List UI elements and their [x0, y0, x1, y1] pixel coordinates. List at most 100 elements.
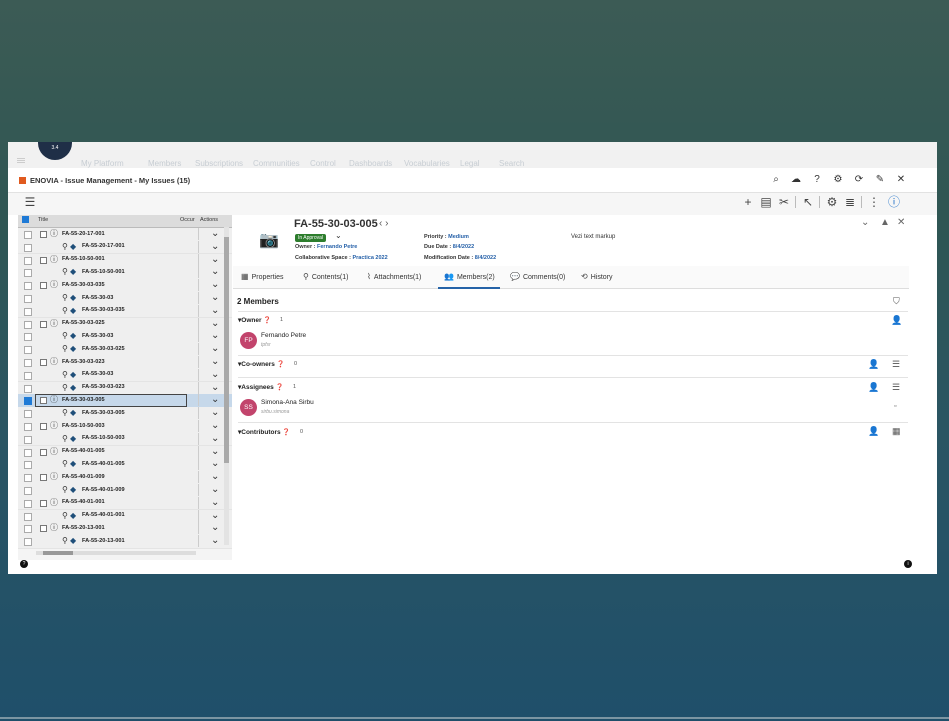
tree-row[interactable]: ⓘ FA-55-20-13-001 ⌄	[18, 522, 232, 537]
row-checkbox[interactable]	[24, 346, 32, 355]
actions-chevron-icon[interactable]: ⌄	[211, 420, 219, 431]
row-checkbox[interactable]	[24, 435, 32, 444]
tree-scrollbar-thumb[interactable]	[224, 237, 229, 463]
nav-item[interactable]: Dashboards	[349, 159, 392, 168]
tree-item-label[interactable]: FA-55-20-17-001	[82, 243, 125, 249]
chevron-down-icon[interactable]: ⌄	[335, 231, 342, 240]
row-checkbox[interactable]	[24, 269, 32, 278]
actions-chevron-icon[interactable]: ⌄	[211, 458, 219, 469]
actions-chevron-icon[interactable]: ⌄	[211, 497, 219, 508]
tree-row[interactable]: ⚲ ◆ FA-55-30-03-025 ⌄	[18, 343, 232, 357]
tree-row[interactable]: ⚲ ◆ FA-55-30-03-035 ⌄	[18, 304, 232, 319]
actions-chevron-icon[interactable]: ⌄	[211, 241, 219, 252]
actions-chevron-icon[interactable]: ⌄	[211, 407, 219, 418]
contributors-section-header[interactable]: ▾Contributors ❓	[238, 428, 291, 436]
list-view-icon[interactable]: ≣	[842, 194, 858, 210]
tree-item-label[interactable]: FA-55-20-17-001	[62, 231, 105, 237]
nav-item[interactable]: Control	[310, 159, 336, 168]
tree-row[interactable]: ⚲ ◆ FA-55-30-03-005 ⌄	[18, 407, 232, 421]
settings-icon[interactable]: ⚙	[824, 194, 840, 210]
tree-item-label[interactable]: FA-55-40-01-009	[62, 474, 105, 480]
avatar[interactable]: SS	[240, 399, 257, 416]
actions-chevron-icon[interactable]: ⌄	[211, 318, 219, 329]
actions-chevron-icon[interactable]: ⌄	[211, 292, 219, 303]
owner-section-header[interactable]: ▾Owner ❓	[238, 316, 271, 324]
grid-icon[interactable]: ▦	[892, 426, 901, 437]
row-checkbox[interactable]	[24, 282, 32, 291]
tree-row[interactable]: ⚲ ◆ FA-55-30-03 ⌄	[18, 330, 232, 345]
actions-chevron-icon[interactable]: ⌄	[211, 228, 219, 239]
tree-item-label[interactable]: FA-55-10-50-001	[62, 256, 105, 262]
row-checkbox[interactable]	[24, 525, 32, 534]
row-checkbox[interactable]	[24, 295, 32, 303]
list-icon[interactable]: ☰	[892, 382, 900, 393]
expand-toggle-icon[interactable]	[40, 256, 47, 264]
row-checkbox[interactable]	[24, 512, 32, 521]
row-checkbox[interactable]	[24, 410, 32, 419]
nav-item[interactable]: Legal	[460, 159, 480, 168]
actions-chevron-icon[interactable]: ⌄	[211, 356, 219, 367]
expand-toggle-icon[interactable]	[40, 320, 47, 328]
tab-members[interactable]: 👥 Members(2)	[444, 272, 495, 281]
tree-item-label[interactable]: FA-55-30-03-005	[82, 410, 125, 416]
tree-row[interactable]: ⚲ ◆ FA-55-20-17-001 ⌄	[18, 240, 232, 255]
actions-chevron-icon[interactable]: ⌄	[211, 394, 219, 405]
owner-name[interactable]: Fernando Petre	[261, 332, 306, 339]
add-member-icon[interactable]: 👤	[868, 382, 879, 393]
tree-item-label[interactable]: FA-55-30-03-025	[82, 346, 125, 352]
tree-row[interactable]: ⓘ FA-55-30-03-005 ⌄	[18, 394, 232, 409]
refresh-icon[interactable]: ⟳	[852, 173, 866, 187]
actions-chevron-icon[interactable]: ⌄	[211, 369, 219, 380]
tree-row[interactable]: ⚲ ◆ FA-55-30-03-023 ⌄	[18, 381, 232, 396]
filter-icon[interactable]: ⛉	[893, 296, 900, 307]
menu-icon[interactable]	[17, 158, 25, 159]
nav-item[interactable]: Members	[148, 159, 181, 168]
tree-row[interactable]: ⓘ FA-55-40-01-005 ⌄	[18, 445, 232, 460]
actions-chevron-icon[interactable]: ⌄	[211, 330, 219, 341]
assignee-name[interactable]: Simona-Ana Sirbu	[261, 399, 314, 406]
nav-item[interactable]: Subscriptions	[195, 159, 243, 168]
actions-chevron-icon[interactable]: ⌄	[211, 522, 219, 533]
tree-row[interactable]: ⓘ FA-55-20-17-001 ⌄	[18, 228, 232, 242]
actions-chevron-icon[interactable]: ⌄	[211, 279, 219, 290]
row-checkbox[interactable]	[24, 499, 32, 508]
tree-item-label[interactable]: FA-55-30-03	[82, 333, 113, 339]
actions-chevron-icon[interactable]: ⌄	[211, 510, 219, 521]
tree-row[interactable]: ⓘ FA-55-30-03-025 ⌄	[18, 317, 232, 332]
nav-item[interactable]: Search	[499, 159, 524, 168]
add-owner-icon[interactable]: 👤	[891, 315, 902, 326]
tree-row[interactable]: ⓘ FA-55-30-03-023 ⌄	[18, 356, 232, 370]
actions-chevron-icon[interactable]: ⌄	[211, 433, 219, 444]
tree-item-label[interactable]: FA-55-10-50-003	[82, 435, 125, 441]
add-member-icon[interactable]: 👤	[868, 426, 879, 437]
row-checkbox[interactable]	[24, 423, 32, 431]
state-badge[interactable]: In Approval	[295, 234, 327, 242]
row-checkbox[interactable]	[24, 243, 32, 252]
tree-item-label[interactable]: FA-55-30-03-035	[62, 282, 105, 288]
expand-toggle-icon[interactable]	[40, 282, 47, 290]
actions-chevron-icon[interactable]: ⌄	[211, 484, 219, 495]
tree-row[interactable]: ⓘ FA-55-40-01-009 ⌄	[18, 471, 232, 485]
tree-item-label[interactable]: FA-55-40-01-005	[82, 461, 125, 467]
help-icon[interactable]: ?	[810, 173, 824, 187]
expand-toggle-icon[interactable]	[40, 474, 47, 482]
search-icon[interactable]: ⌕	[769, 173, 783, 187]
tree-row[interactable]: ⚲ ◆ FA-55-40-01-009 ⌄	[18, 484, 232, 498]
nav-item[interactable]: My Platform	[81, 159, 124, 168]
tree-row[interactable]: ⓘ FA-55-30-03-035 ⌄	[18, 279, 232, 293]
nav-item[interactable]: Vocabularies	[404, 159, 450, 168]
tree-item-label[interactable]: FA-55-30-03	[82, 295, 113, 301]
row-checkbox[interactable]	[24, 320, 32, 329]
actions-chevron-icon[interactable]: ⌄	[211, 446, 219, 457]
tree-item-label[interactable]: FA-55-10-50-001	[82, 269, 125, 275]
row-checkbox[interactable]	[24, 307, 32, 316]
actions-chevron-icon[interactable]: ⌄	[211, 382, 219, 393]
expand-toggle-icon[interactable]	[40, 359, 47, 366]
expand-toggle-icon[interactable]	[40, 231, 47, 238]
select-icon[interactable]: ↖	[800, 194, 816, 210]
tab-properties[interactable]: ▦ Properties	[241, 272, 283, 281]
close-panel-icon[interactable]: ✕	[897, 217, 905, 228]
tree-item-label[interactable]: FA-55-40-01-001	[62, 499, 105, 505]
row-checkbox[interactable]	[24, 397, 32, 406]
info-icon[interactable]: ⓘ	[886, 194, 902, 210]
